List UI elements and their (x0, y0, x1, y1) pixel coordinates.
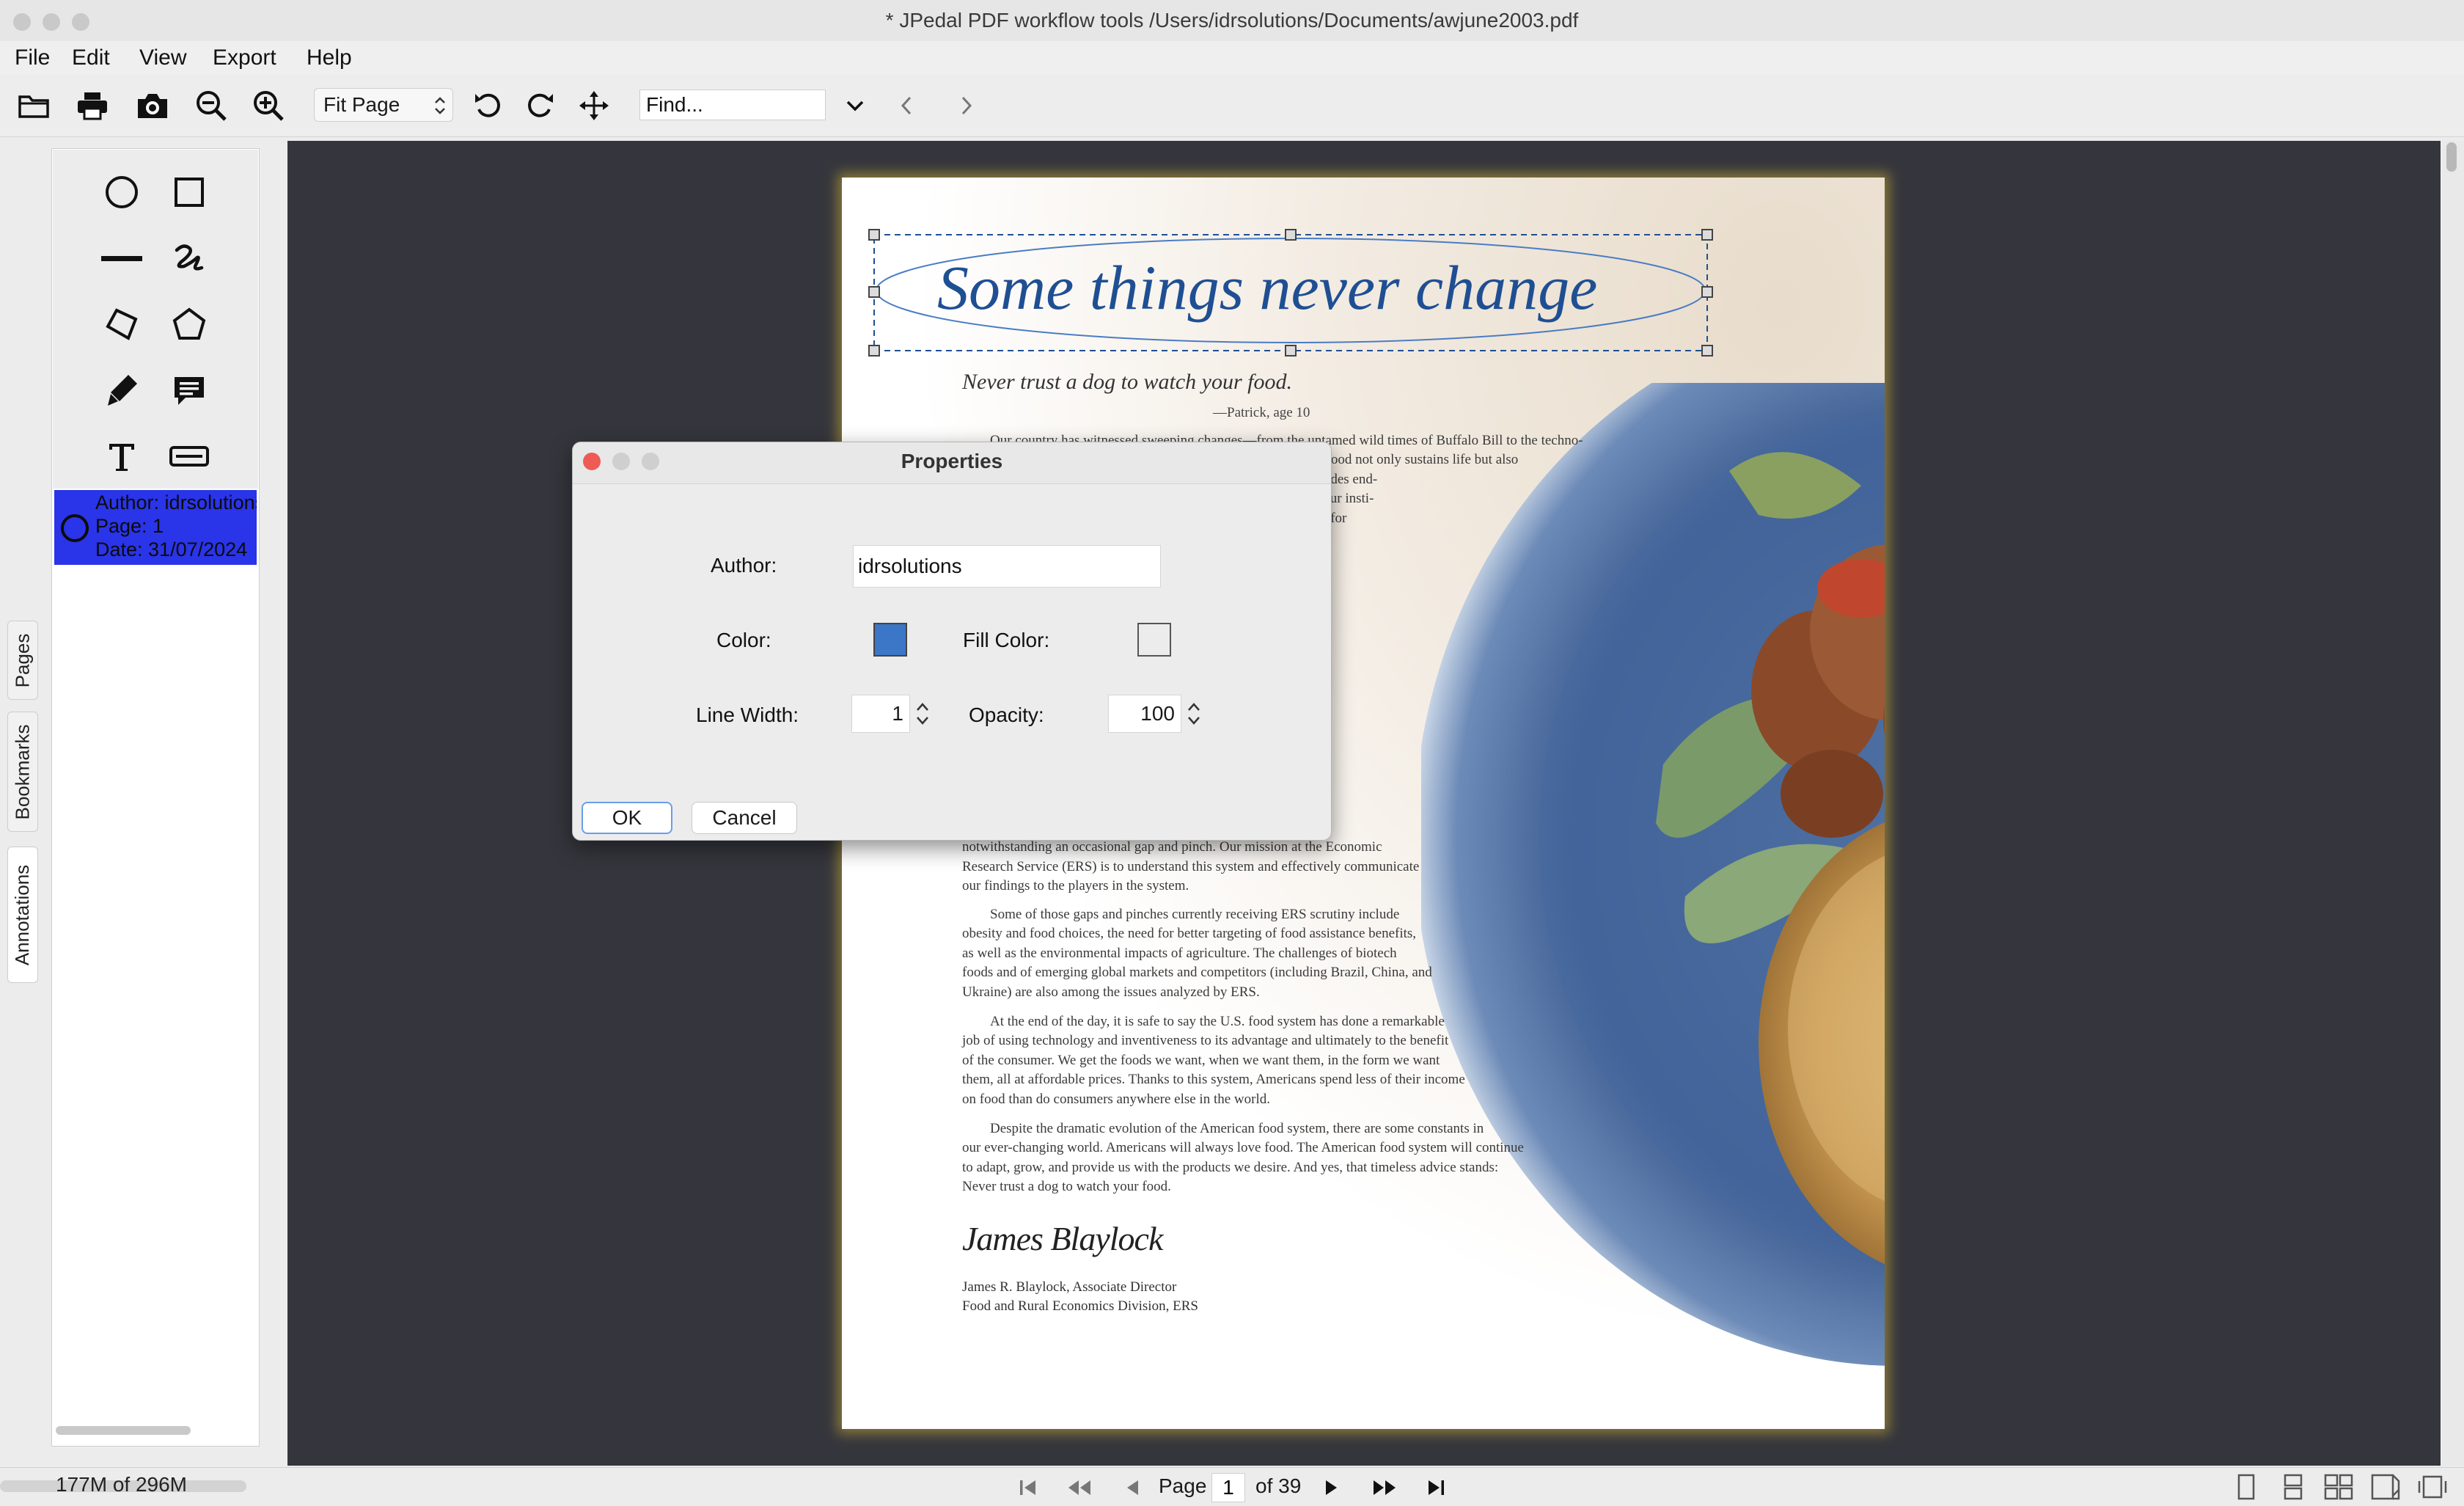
continuous-view-icon[interactable] (2278, 1472, 2309, 1502)
snapshot-camera-icon[interactable] (133, 87, 172, 125)
cancel-button[interactable]: Cancel (692, 802, 797, 834)
annotation-author: Author: idrsolutions (95, 491, 257, 513)
text-icon[interactable] (95, 430, 148, 483)
circle-icon[interactable] (95, 166, 148, 219)
find-options-chevron-icon[interactable] (836, 87, 874, 125)
panel-horizontal-scrollbar[interactable] (56, 1426, 191, 1435)
menu-bar (0, 41, 2464, 75)
rotate-right-icon[interactable] (521, 87, 559, 125)
fullscreen-view-icon[interactable] (2417, 1472, 2448, 1502)
fill-color-swatch[interactable] (1137, 623, 1171, 657)
annotation-list-item[interactable]: Author: idrsolutions Page: 1 Date: 31/07… (54, 490, 257, 565)
previous-page-icon[interactable] (1116, 1473, 1148, 1502)
menu-help[interactable]: Help (307, 45, 352, 70)
page-signer-name: James R. Blaylock, Associate Director (962, 1279, 1177, 1295)
window-titlebar: * JPedal PDF workflow tools /Users/idrso… (0, 0, 2464, 42)
opacity-label: Opacity: (969, 703, 1044, 726)
zoom-in-icon[interactable] (249, 87, 287, 125)
scrollbar-thumb[interactable] (2446, 142, 2457, 172)
page-total: of 39 (1255, 1474, 1302, 1497)
rotate-left-icon[interactable] (469, 87, 507, 125)
page-paragraph-5: At the end of the day, it is safe to say… (962, 1014, 1465, 1107)
line-icon[interactable] (95, 232, 148, 285)
annotation-tool-palette (53, 150, 258, 489)
find-previous-icon[interactable] (887, 87, 925, 125)
last-page-icon[interactable] (1420, 1473, 1452, 1502)
find-input[interactable] (639, 89, 826, 120)
pan-move-icon[interactable] (575, 87, 613, 125)
first-page-icon[interactable] (1012, 1473, 1044, 1502)
author-field[interactable] (853, 545, 1161, 588)
line-width-stepper-icon[interactable] (914, 698, 931, 730)
color-swatch[interactable] (873, 623, 907, 657)
color-label: Color: (716, 629, 771, 651)
page-signature: James Blaylock (962, 1220, 1163, 1257)
line-width-field[interactable]: 1 (851, 695, 910, 733)
properties-dialog: Properties Author: Color: Fill Color: Li… (572, 442, 1332, 841)
circle-annotation-icon (59, 512, 91, 544)
tab-annotations[interactable]: Annotations (7, 847, 38, 983)
freehand-ink-icon[interactable] (163, 232, 216, 285)
facing-pages-view-icon[interactable] (2323, 1472, 2354, 1502)
note-comment-icon[interactable] (163, 364, 216, 417)
single-page-view-icon[interactable] (2231, 1472, 2262, 1502)
page-paragraph-4: Some of those gaps and pinches currently… (962, 907, 1432, 1000)
window-title: * JPedal PDF workflow tools /Users/idrso… (885, 9, 1579, 32)
zoom-select[interactable]: Fit Page (314, 88, 453, 122)
print-icon[interactable] (73, 87, 111, 125)
menu-view[interactable]: View (139, 45, 186, 70)
memory-usage-text: 177M of 296M (56, 1473, 187, 1496)
page-headline: Some things never change (937, 252, 1598, 323)
open-folder-icon[interactable] (15, 87, 53, 125)
polygon-icon[interactable] (163, 298, 216, 351)
page-label: Page (1159, 1474, 1207, 1497)
opacity-field[interactable]: 100 (1108, 695, 1181, 733)
page-number-input[interactable] (1211, 1473, 1245, 1502)
opacity-stepper-icon[interactable] (1186, 698, 1202, 730)
highlighter-icon[interactable] (95, 364, 148, 417)
menu-file[interactable]: File (15, 45, 50, 70)
menu-export[interactable]: Export (213, 45, 276, 70)
page-flow-view-icon[interactable] (2370, 1472, 2401, 1502)
back-ten-pages-icon[interactable] (1063, 1473, 1096, 1502)
zoom-out-icon[interactable] (192, 87, 230, 125)
page-quote-attribution: —Patrick, age 10 (1213, 405, 1310, 420)
dialog-title: Properties (901, 450, 1003, 472)
page-quote: Never trust a dog to watch your food. (962, 370, 1292, 394)
zoom-select-value: Fit Page (323, 93, 400, 116)
document-vertical-scrollbar[interactable] (2442, 141, 2464, 1466)
ok-button[interactable]: OK (582, 802, 672, 834)
line-width-label: Line Width: (696, 703, 799, 726)
tab-pages[interactable]: Pages (7, 621, 38, 700)
annotation-date: Date: 31/07/2024 (95, 538, 248, 560)
forward-ten-pages-icon[interactable] (1368, 1473, 1401, 1502)
annotation-page: Page: 1 (95, 515, 164, 537)
author-label: Author: (711, 554, 777, 577)
fill-color-label: Fill Color: (963, 629, 1050, 651)
next-page-icon[interactable] (1316, 1473, 1348, 1502)
polyline-icon[interactable] (95, 298, 148, 351)
link-icon[interactable] (163, 430, 216, 483)
tab-bookmarks[interactable]: Bookmarks (7, 712, 38, 832)
menu-edit[interactable]: Edit (72, 45, 110, 70)
square-icon[interactable] (163, 166, 216, 219)
select-arrows-icon (433, 95, 447, 117)
find-next-icon[interactable] (947, 87, 986, 125)
page-paragraph-6: Despite the dramatic evolution of the Am… (962, 1121, 1524, 1195)
page-signer-division: Food and Rural Economics Division, ERS (962, 1298, 1198, 1314)
